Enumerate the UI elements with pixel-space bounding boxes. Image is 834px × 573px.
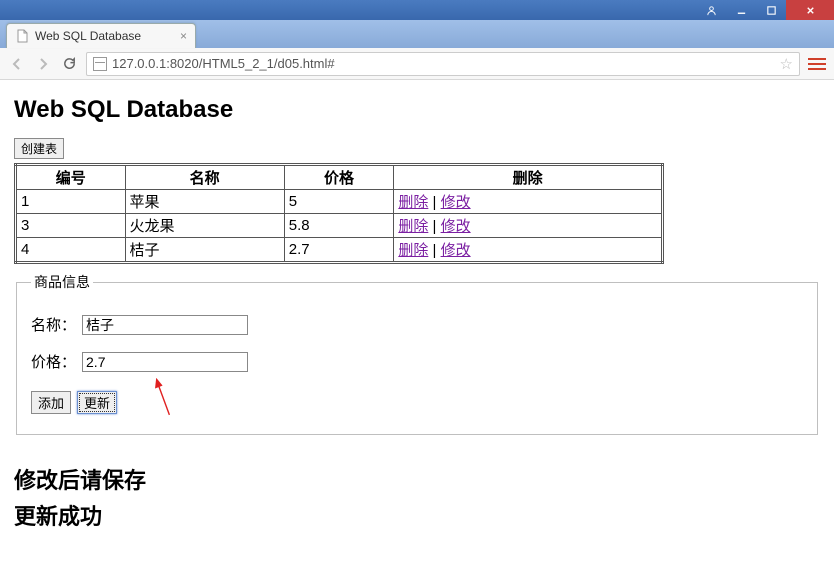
address-bar[interactable]: 127.0.0.1:8020/HTML5_2_1/d05.html# ☆ xyxy=(86,52,800,76)
product-info-fieldset: 商品信息 名称： 价格： 添加 更新 xyxy=(16,272,818,435)
cell-actions: 删除 | 修改 xyxy=(394,190,663,214)
annotation-arrow-icon xyxy=(138,378,184,423)
close-button[interactable] xyxy=(786,0,834,20)
url-text: 127.0.0.1:8020/HTML5_2_1/d05.html# xyxy=(112,56,335,71)
name-input[interactable] xyxy=(82,315,248,335)
edit-link[interactable]: 修改 xyxy=(441,194,471,211)
delete-link[interactable]: 删除 xyxy=(398,242,428,259)
page-content: Web SQL Database 创建表 编号 名称 价格 删除 1 苹果 5 … xyxy=(0,80,834,545)
cell-id: 1 xyxy=(16,190,126,214)
message-block: 修改后请保存 更新成功 xyxy=(14,463,820,531)
site-icon xyxy=(93,57,107,71)
cell-price: 2.7 xyxy=(284,238,394,263)
cell-name: 火龙果 xyxy=(125,214,284,238)
add-button[interactable]: 添加 xyxy=(31,391,71,414)
reload-button[interactable] xyxy=(60,55,78,73)
delete-link[interactable]: 删除 xyxy=(398,218,428,235)
col-price: 价格 xyxy=(284,165,394,190)
price-label: 价格： xyxy=(31,351,76,372)
name-label: 名称： xyxy=(31,314,76,335)
tab-strip: Web SQL Database × xyxy=(0,20,834,48)
cell-price: 5 xyxy=(284,190,394,214)
cell-name: 桔子 xyxy=(125,238,284,263)
user-icon[interactable] xyxy=(696,0,726,20)
col-delete: 删除 xyxy=(394,165,663,190)
cell-price: 5.8 xyxy=(284,214,394,238)
table-row: 4 桔子 2.7 删除 | 修改 xyxy=(16,238,663,263)
price-input[interactable] xyxy=(82,352,248,372)
fieldset-legend: 商品信息 xyxy=(31,272,93,292)
table-row: 1 苹果 5 删除 | 修改 xyxy=(16,190,663,214)
table-row: 3 火龙果 5.8 删除 | 修改 xyxy=(16,214,663,238)
cell-id: 4 xyxy=(16,238,126,263)
edit-link[interactable]: 修改 xyxy=(441,218,471,235)
cell-id: 3 xyxy=(16,214,126,238)
tab-close-icon[interactable]: × xyxy=(180,29,187,43)
cell-actions: 删除 | 修改 xyxy=(394,238,663,263)
update-button[interactable]: 更新 xyxy=(77,391,117,414)
browser-tab[interactable]: Web SQL Database × xyxy=(6,23,196,48)
bookmark-star-icon[interactable]: ☆ xyxy=(780,55,793,73)
message-line-2: 更新成功 xyxy=(14,499,820,531)
window-titlebar xyxy=(0,0,834,20)
cell-actions: 删除 | 修改 xyxy=(394,214,663,238)
delete-link[interactable]: 删除 xyxy=(398,194,428,211)
forward-button[interactable] xyxy=(34,55,52,73)
minimize-button[interactable] xyxy=(726,0,756,20)
hamburger-menu-icon[interactable] xyxy=(808,58,826,70)
edit-link[interactable]: 修改 xyxy=(441,242,471,259)
create-table-button[interactable]: 创建表 xyxy=(14,138,64,159)
message-line-1: 修改后请保存 xyxy=(14,463,820,495)
maximize-button[interactable] xyxy=(756,0,786,20)
cell-name: 苹果 xyxy=(125,190,284,214)
tab-title: Web SQL Database xyxy=(35,29,141,43)
page-icon xyxy=(15,29,29,43)
col-id: 编号 xyxy=(16,165,126,190)
product-table: 编号 名称 价格 删除 1 苹果 5 删除 | 修改 3 火龙果 5.8 删除 … xyxy=(14,163,664,264)
col-name: 名称 xyxy=(125,165,284,190)
back-button[interactable] xyxy=(8,55,26,73)
page-title: Web SQL Database xyxy=(14,96,820,124)
nav-toolbar: 127.0.0.1:8020/HTML5_2_1/d05.html# ☆ xyxy=(0,48,834,80)
